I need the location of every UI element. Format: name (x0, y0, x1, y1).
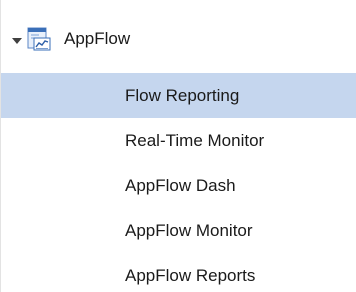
report-chart-icon (27, 27, 51, 51)
tree-item-label: AppFlow Monitor (125, 221, 253, 240)
tree-item-appflow-dash[interactable]: AppFlow Dash (1, 163, 356, 208)
navigation-tree-panel: AppFlow Flow Reporting Real-Time Monitor… (0, 0, 356, 292)
tree-item-appflow-monitor[interactable]: AppFlow Monitor (1, 208, 356, 253)
tree-item-label: Flow Reporting (125, 86, 240, 105)
expand-triangle-icon[interactable] (12, 38, 22, 44)
tree-item-flow-reporting[interactable]: Flow Reporting (1, 73, 356, 118)
tree-node-label: AppFlow (64, 29, 131, 48)
tree-item-real-time-monitor[interactable]: Real-Time Monitor (1, 118, 356, 163)
tree-children: Flow Reporting Real-Time Monitor AppFlow… (1, 73, 356, 292)
tree-item-appflow-reports[interactable]: AppFlow Reports (1, 253, 356, 292)
tree-node-appflow[interactable]: AppFlow (1, 0, 356, 73)
tree-item-label: AppFlow Dash (125, 176, 236, 195)
tree-item-label: AppFlow Reports (125, 266, 256, 285)
tree-item-label: Real-Time Monitor (125, 131, 265, 150)
